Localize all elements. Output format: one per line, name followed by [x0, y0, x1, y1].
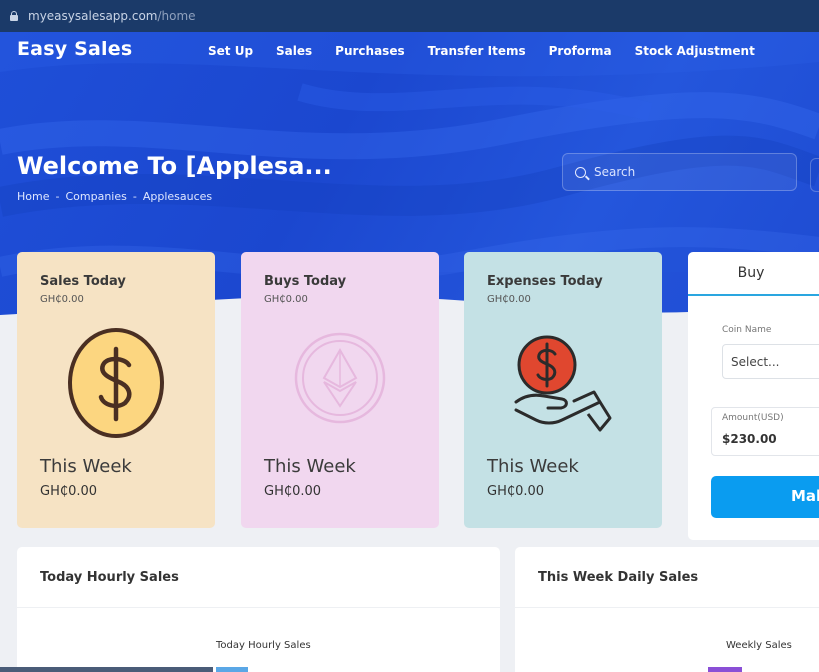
- card-title: Buys Today: [264, 274, 347, 289]
- chart-title: Today Hourly Sales: [216, 640, 311, 651]
- main-nav: Set Up Sales Purchases Transfer Items Pr…: [208, 44, 778, 58]
- lock-icon: [10, 11, 18, 21]
- card-week-amount: GH₵0.00: [40, 484, 98, 499]
- chart-title: Weekly Sales: [726, 640, 792, 651]
- search-input[interactable]: Search: [562, 153, 797, 191]
- coin-name-select[interactable]: Select...: [722, 344, 819, 379]
- url-path: /home: [157, 9, 196, 23]
- nav-item-purchases[interactable]: Purchases: [335, 44, 404, 58]
- card-week-amount: GH₵0.00: [487, 484, 545, 499]
- buys-today-card: Buys Today GH₵0.00 This Week GH₵0.00: [241, 252, 439, 528]
- panel-title: This Week Daily Sales: [538, 570, 699, 585]
- amount-label: Amount(USD): [722, 413, 784, 423]
- divider: [515, 607, 819, 608]
- ethereum-coin-icon: [294, 332, 386, 424]
- panel-title: Today Hourly Sales: [40, 570, 179, 585]
- legend-swatch: [216, 667, 248, 672]
- breadcrumb-home[interactable]: Home: [17, 190, 49, 203]
- breadcrumb-separator: -: [55, 190, 60, 203]
- card-amount: GH₵0.00: [264, 294, 308, 305]
- page-title: Welcome To [Applesa...: [17, 152, 332, 180]
- nav-item-sales[interactable]: Sales: [276, 44, 312, 58]
- card-title: Expenses Today: [487, 274, 603, 289]
- amount-value[interactable]: $230.00: [722, 432, 777, 446]
- sales-today-card: Sales Today GH₵0.00 This Week GH₵0.00: [17, 252, 215, 528]
- breadcrumb-companies[interactable]: Companies: [65, 190, 126, 203]
- legend-swatch: [708, 667, 742, 672]
- breadcrumb: Home - Companies - Applesauces: [17, 190, 212, 203]
- browser-url-bar[interactable]: myeasysalesapp.com/home: [0, 0, 819, 32]
- card-week-amount: GH₵0.00: [264, 484, 322, 499]
- hand-coin-icon: [514, 335, 612, 432]
- card-week-label: This Week: [487, 456, 579, 477]
- card-week-label: This Week: [40, 456, 132, 477]
- coin-name-label: Coin Name: [722, 325, 772, 335]
- search-placeholder: Search: [594, 165, 636, 179]
- tab-buy[interactable]: Buy: [688, 252, 819, 296]
- url-host: myeasysalesapp.com: [28, 9, 158, 23]
- today-hourly-sales-panel: Today Hourly Sales Today Hourly Sales: [17, 547, 500, 672]
- breadcrumb-applesauces: Applesauces: [142, 190, 213, 203]
- nav-item-transfer-items[interactable]: Transfer Items: [428, 44, 526, 58]
- expenses-today-card: Expenses Today GH₵0.00 This Week GH₵0.00: [464, 252, 662, 528]
- breadcrumb-separator: -: [132, 190, 137, 203]
- divider: [17, 607, 500, 608]
- search-icon: [575, 166, 586, 178]
- card-amount: GH₵0.00: [487, 294, 531, 305]
- nav-item-stock-adjustment[interactable]: Stock Adjustment: [635, 44, 755, 58]
- week-daily-sales-panel: This Week Daily Sales Weekly Sales: [515, 547, 819, 672]
- brand-logo[interactable]: Easy Sales: [17, 38, 132, 60]
- make-purchase-button[interactable]: Mak: [711, 476, 819, 518]
- card-week-label: This Week: [264, 456, 356, 477]
- card-title: Sales Today: [40, 274, 126, 289]
- dollar-coin-icon: [68, 328, 164, 438]
- nav-item-proforma[interactable]: Proforma: [549, 44, 612, 58]
- nav-item-setup[interactable]: Set Up: [208, 44, 253, 58]
- taskbar-strip: [0, 667, 213, 672]
- card-amount: GH₵0.00: [40, 294, 84, 305]
- hero-action-button[interactable]: [810, 158, 819, 192]
